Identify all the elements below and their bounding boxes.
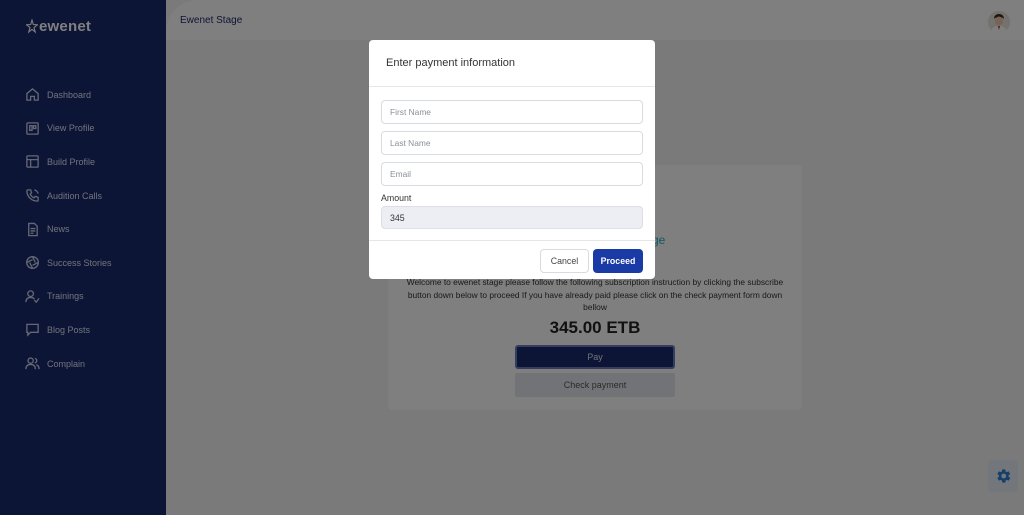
first-name-input[interactable] [381,100,643,124]
last-name-input[interactable] [381,131,643,155]
modal-title: Enter payment information [386,57,516,69]
modal-body: Amount 345 [369,87,655,229]
email-input[interactable] [381,162,643,186]
payment-modal: Enter payment information Amount 345 Can… [369,40,655,279]
amount-label: Amount [381,193,412,203]
proceed-button[interactable]: Proceed [593,249,643,273]
modal-footer: Cancel Proceed [369,240,655,279]
cancel-button[interactable]: Cancel [540,249,589,273]
modal-header: Enter payment information [369,40,655,87]
amount-field: 345 [381,206,643,229]
